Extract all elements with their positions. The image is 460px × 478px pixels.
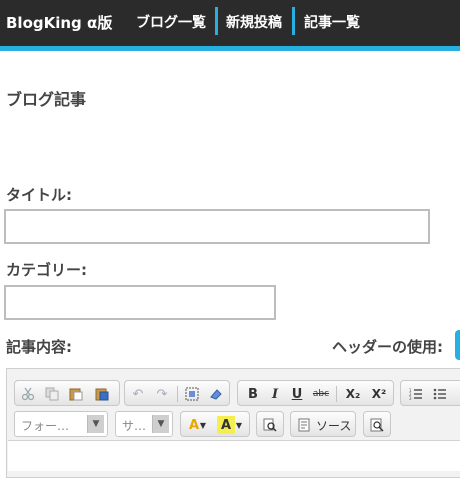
paste-icon[interactable]	[67, 385, 85, 403]
title-input[interactable]	[4, 209, 430, 244]
brand-logo[interactable]: BlogKing α版	[6, 12, 112, 33]
copy-icon[interactable]	[43, 385, 61, 403]
select-all-icon[interactable]	[183, 385, 201, 403]
strikethrough-icon[interactable]: abc	[310, 385, 332, 403]
bold-icon[interactable]: B	[244, 385, 262, 403]
preview-button[interactable]	[363, 411, 391, 437]
nav-accent-line	[0, 46, 460, 51]
page-title: ブログ記事	[6, 90, 87, 109]
editor-content-area[interactable]	[8, 440, 460, 471]
category-label: カテゴリー:	[6, 261, 87, 279]
chevron-down-icon: ▼	[87, 415, 104, 433]
toolbar-separator	[336, 386, 337, 402]
category-input[interactable]	[4, 285, 276, 320]
content-label: 記事内容:	[6, 338, 72, 356]
clipboard-group	[14, 380, 120, 406]
numbered-list-icon[interactable]: 123	[407, 385, 425, 403]
preview-icon	[368, 416, 386, 434]
header-use-toggle[interactable]	[455, 330, 460, 360]
color-group: A ▼ A ▼	[180, 411, 250, 437]
paste-word-icon[interactable]	[93, 385, 111, 403]
chevron-down-icon[interactable]: ▼	[199, 416, 207, 434]
format-combo-label: フォー…	[21, 419, 70, 433]
nav-separator	[292, 7, 295, 35]
redo-icon[interactable]: ↷	[153, 385, 171, 403]
bulleted-list-icon[interactable]	[431, 385, 449, 403]
size-combo-label: サ…	[122, 419, 147, 433]
format-combo[interactable]: フォー… ▼	[14, 411, 108, 437]
chevron-down-icon: ▼	[152, 415, 169, 433]
top-nav-bar: BlogKing α版 ブログ一覧 新規投稿 記事一覧	[0, 0, 460, 46]
size-combo[interactable]: サ… ▼	[115, 411, 173, 437]
bg-color-icon[interactable]: A	[217, 416, 235, 434]
header-use-label: ヘッダーの使用:	[332, 338, 443, 356]
list-group: 123	[400, 380, 460, 406]
subscript-icon[interactable]: X₂	[342, 385, 364, 403]
remove-format-icon[interactable]	[207, 385, 225, 403]
source-button[interactable]: ソース	[290, 411, 356, 437]
cut-icon[interactable]	[19, 385, 37, 403]
underline-icon[interactable]: U	[288, 385, 306, 403]
italic-icon[interactable]: I	[266, 385, 284, 403]
text-style-group: B I U abc X₂ X²	[237, 380, 394, 406]
nav-separator	[215, 7, 218, 35]
toolbar-separator	[177, 386, 178, 402]
title-label: タイトル:	[6, 186, 72, 204]
nav-article-list[interactable]: 記事一覧	[304, 12, 360, 32]
chevron-down-icon[interactable]: ▼	[235, 416, 243, 434]
nav-blog-list[interactable]: ブログ一覧	[136, 12, 206, 32]
svg-text:3: 3	[409, 396, 412, 401]
find-icon	[261, 416, 279, 434]
history-group: ↶ ↷	[124, 380, 230, 406]
find-button[interactable]	[256, 411, 284, 437]
nav-new-post[interactable]: 新規投稿	[226, 12, 282, 32]
superscript-icon[interactable]: X²	[368, 385, 390, 403]
undo-icon[interactable]: ↶	[129, 385, 147, 403]
source-label: ソース	[316, 419, 352, 433]
source-icon	[295, 416, 313, 434]
